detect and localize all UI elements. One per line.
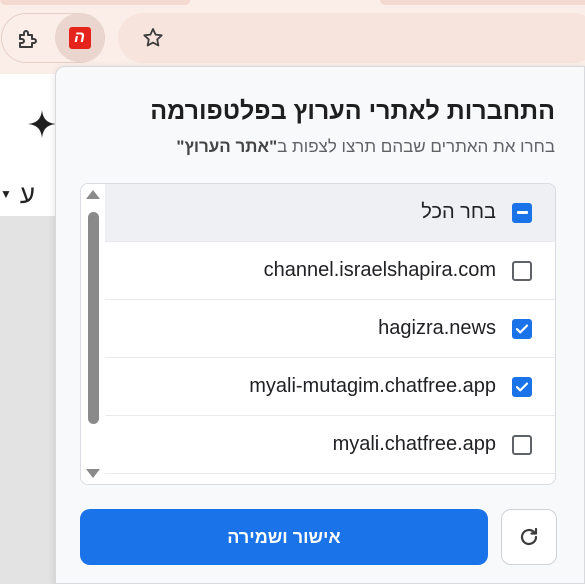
star-icon[interactable] bbox=[141, 26, 165, 50]
channel-logo-icon: ה bbox=[68, 26, 91, 49]
scroll-down-arrow-icon[interactable] bbox=[86, 469, 100, 478]
extension-popup: התחברות לאתרי הערוץ בפלטפורמה בחרו את הא… bbox=[55, 66, 585, 584]
site-label: hagizra.news bbox=[378, 317, 496, 339]
site-checkbox[interactable] bbox=[512, 318, 532, 339]
underlying-dropdown-label: ע bbox=[19, 178, 36, 209]
site-row[interactable]: hagizra.news bbox=[105, 300, 555, 358]
site-label: channel.israelshapira.com bbox=[263, 259, 496, 281]
tab-strip-left bbox=[0, 0, 190, 5]
popup-subtitle-bold: "אתר הערוץ" bbox=[176, 137, 278, 156]
site-checkbox[interactable] bbox=[512, 376, 532, 397]
scroll-thumb[interactable] bbox=[88, 212, 99, 424]
address-bar[interactable] bbox=[118, 13, 585, 63]
popup-subtitle-text: בחרו את האתרים שבהם תרצו לצפות ב bbox=[277, 137, 555, 156]
browser-toolbar: ה bbox=[0, 0, 585, 74]
popup-subtitle: בחרו את האתרים שבהם תרצו לצפות ב"אתר הער… bbox=[176, 137, 555, 157]
check-icon bbox=[515, 382, 529, 391]
puzzle-icon[interactable] bbox=[12, 23, 44, 55]
select-all-label: בחר הכל bbox=[421, 201, 496, 223]
site-checkbox[interactable] bbox=[512, 434, 532, 455]
site-row[interactable]: myali-mutagim.chatfree.app bbox=[105, 358, 555, 416]
tab-strip-right bbox=[380, 0, 585, 5]
underlying-panel bbox=[0, 216, 56, 584]
caret-down-icon: ▼ bbox=[0, 187, 12, 201]
underlying-dropdown[interactable]: ▼ ע bbox=[0, 172, 56, 216]
sites-rows: בחר הכל channel.israelshapira.com hagizr… bbox=[105, 184, 555, 474]
refresh-button[interactable] bbox=[501, 509, 557, 565]
site-label: myali-mutagim.chatfree.app bbox=[249, 375, 496, 397]
site-checkbox[interactable] bbox=[512, 260, 532, 281]
sparkle-icon[interactable] bbox=[26, 108, 58, 140]
popup-title: התחברות לאתרי הערוץ בפלטפורמה bbox=[150, 97, 555, 125]
scrollbar[interactable] bbox=[81, 184, 105, 484]
select-all-checkbox[interactable] bbox=[512, 202, 532, 223]
check-icon bbox=[515, 324, 529, 333]
channel-extension-button[interactable]: ה bbox=[55, 13, 104, 62]
select-all-row[interactable]: בחר הכל bbox=[105, 184, 555, 242]
sites-list: בחר הכל channel.israelshapira.com hagizr… bbox=[80, 183, 556, 485]
site-row[interactable]: channel.israelshapira.com bbox=[105, 242, 555, 300]
site-row[interactable]: myali.chatfree.app bbox=[105, 416, 555, 474]
save-button[interactable]: אישור ושמירה bbox=[80, 509, 488, 565]
refresh-icon bbox=[520, 527, 538, 546]
scroll-up-arrow-icon[interactable] bbox=[86, 190, 100, 199]
site-label: myali.chatfree.app bbox=[332, 433, 496, 455]
